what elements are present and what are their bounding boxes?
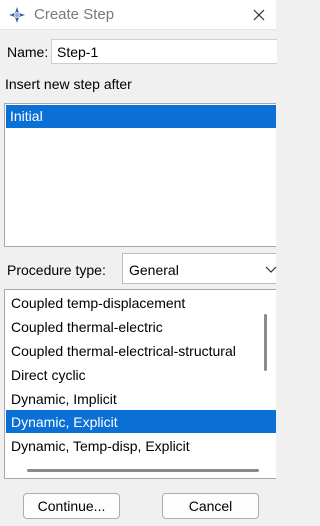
chevron-down-icon	[264, 263, 278, 275]
title-bar: Create Step	[0, 0, 276, 30]
list-item[interactable]: Coupled thermal-electrical-structural	[6, 339, 276, 362]
name-input[interactable]: Step-1	[51, 39, 277, 64]
list-item[interactable]: Dynamic, Temp-disp, Explicit	[6, 434, 276, 457]
abaqus-app-icon	[8, 6, 26, 24]
cancel-button[interactable]: Cancel	[162, 493, 259, 519]
insert-after-list[interactable]: Initial	[4, 103, 276, 247]
list-item[interactable]: Direct cyclic	[6, 363, 276, 386]
close-button[interactable]	[242, 0, 276, 30]
list-item[interactable]: Coupled temp-displacement	[6, 291, 276, 314]
continue-button[interactable]: Continue...	[23, 493, 120, 519]
insert-after-label: Insert new step after	[5, 76, 132, 92]
close-icon	[253, 9, 265, 21]
list-item-initial[interactable]: Initial	[6, 105, 276, 128]
procedure-type-select[interactable]: General	[122, 253, 278, 284]
window-title: Create Step	[34, 6, 115, 23]
list-item-selected[interactable]: Dynamic, Explicit	[6, 410, 276, 433]
list-item[interactable]: Dynamic, Implicit	[6, 387, 276, 410]
vertical-scrollbar-thumb[interactable]	[264, 314, 267, 371]
list-item[interactable]: Coupled thermal-electric	[6, 315, 276, 338]
procedure-type-label: Procedure type:	[7, 262, 106, 278]
procedure-list[interactable]: Coupled temp-displacement Coupled therma…	[4, 289, 276, 479]
horizontal-scrollbar-thumb[interactable]	[27, 469, 259, 472]
procedure-type-value: General	[129, 262, 179, 278]
name-label: Name:	[7, 44, 49, 60]
